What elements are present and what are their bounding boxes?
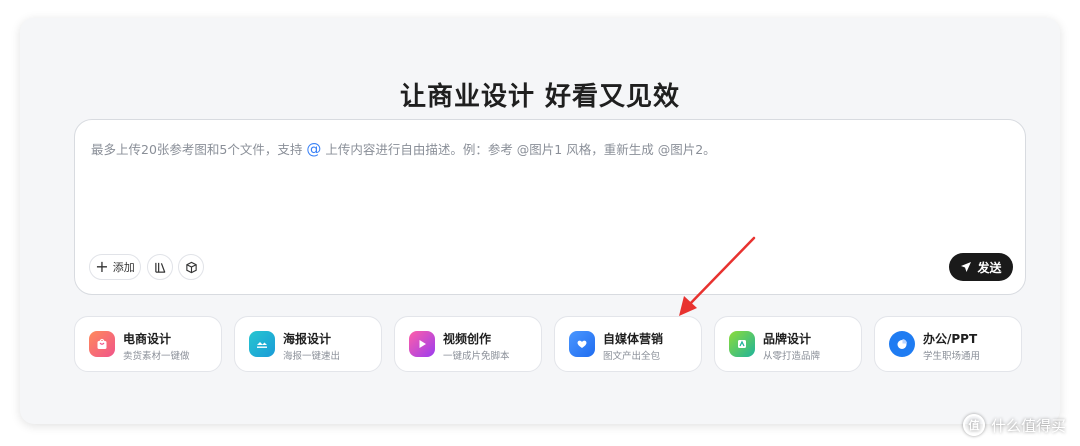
watermark-logo: 值 xyxy=(962,414,985,436)
shortcut-subtitle: 学生职场通用 xyxy=(923,351,981,362)
send-button[interactable]: 发送 xyxy=(949,253,1013,281)
shortcut-card-brand[interactable]: 品牌设计 从零打造品牌 xyxy=(714,316,862,372)
cube-button[interactable] xyxy=(178,254,204,280)
add-button[interactable]: + 添加 xyxy=(89,254,141,280)
shortcut-title: 品牌设计 xyxy=(763,332,812,346)
heart-chat-icon xyxy=(569,331,595,357)
page-title: 让商业设计 好看又见效 xyxy=(399,82,681,112)
watermark-text: 什么值得买 xyxy=(990,416,1066,435)
brand-icon xyxy=(729,331,755,357)
pie-chart-icon xyxy=(889,331,915,357)
shortcut-subtitle: 图文产出全包 xyxy=(603,351,661,362)
mention-at-symbol: @ xyxy=(306,140,322,158)
shortcut-title: 办公/PPT xyxy=(923,332,978,346)
shortcut-subtitle: 卖货素材一键做 xyxy=(123,351,190,362)
watermark: 值 什么值得买 xyxy=(962,414,1066,436)
shortcut-card-ecommerce[interactable]: 电商设计 卖货素材一键做 xyxy=(74,316,222,372)
send-icon xyxy=(961,262,972,272)
shortcut-title: 视频创作 xyxy=(443,332,492,346)
shortcut-card-office-ppt[interactable]: 办公/PPT 学生职场通用 xyxy=(874,316,1022,372)
shortcut-title: 自媒体营销 xyxy=(603,332,664,346)
shortcut-card-video[interactable]: 视频创作 一键成片免脚本 xyxy=(394,316,542,372)
shortcut-card-social-media[interactable]: 自媒体营销 图文产出全包 xyxy=(554,316,702,372)
prompt-placeholder[interactable]: 最多上传20张参考图和5个文件，支持 @ 上传内容进行自由描述。例：参考 @图片… xyxy=(91,139,716,158)
poster-icon xyxy=(249,331,275,357)
shopping-bag-icon xyxy=(89,331,115,357)
send-button-label: 发送 xyxy=(977,260,1002,275)
shortcut-subtitle: 一键成片免脚本 xyxy=(443,351,510,362)
shortcut-title: 电商设计 xyxy=(123,332,172,346)
library-icon xyxy=(154,262,165,273)
shortcut-subtitle: 海报一键速出 xyxy=(283,351,341,362)
shortcut-subtitle: 从零打造品牌 xyxy=(763,351,821,362)
shortcut-card-poster[interactable]: 海报设计 海报一键速出 xyxy=(234,316,382,372)
shortcut-title: 海报设计 xyxy=(283,332,332,346)
cube-icon xyxy=(185,261,197,273)
library-button[interactable] xyxy=(147,254,173,280)
video-play-icon xyxy=(409,331,435,357)
prompt-composer[interactable]: 最多上传20张参考图和5个文件，支持 @ 上传内容进行自由描述。例：参考 @图片… xyxy=(74,119,1026,295)
add-button-label: 添加 xyxy=(112,261,135,274)
placeholder-text-end: 上传内容进行自由描述。例：参考 @图片1 风格，重新生成 @图片2。 xyxy=(321,142,716,157)
plus-icon: + xyxy=(95,257,109,276)
placeholder-text-start: 最多上传20张参考图和5个文件，支持 xyxy=(91,142,307,157)
